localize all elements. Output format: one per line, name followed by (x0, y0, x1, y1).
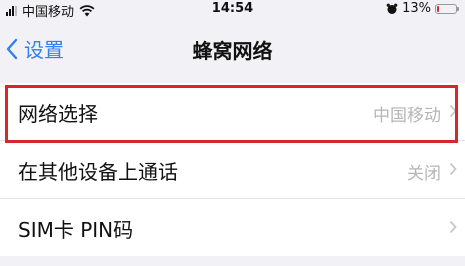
row-label: 网络选择 (18, 102, 98, 126)
chevron-right-icon (449, 162, 457, 176)
row-calls-on-other-devices[interactable]: 在其他设备上通话 关闭 (0, 141, 465, 199)
chevron-right-icon (449, 220, 457, 234)
row-label: SIM卡 PIN码 (18, 218, 134, 242)
battery-percent: 13% (402, 1, 431, 16)
row-sim-pin[interactable]: SIM卡 PIN码 (0, 199, 465, 256)
alarm-icon (386, 3, 398, 14)
battery-icon (435, 3, 459, 14)
navigation-bar: 设置 蜂窝网络 (0, 26, 465, 70)
status-right: 13% (386, 1, 459, 16)
chevron-right-icon (449, 104, 457, 118)
status-bar: 中国移动 14:54 13% (0, 0, 465, 22)
row-value: 关闭 (407, 164, 441, 184)
row-label: 在其他设备上通话 (18, 160, 178, 184)
battery-level (437, 5, 439, 12)
row-network-selection[interactable]: 网络选择 中国移动 (0, 83, 465, 141)
row-value: 中国移动 (373, 106, 441, 126)
page-title: 蜂窝网络 (192, 39, 273, 63)
settings-list: 网络选择 中国移动 在其他设备上通话 关闭 SIM卡 PIN码 (0, 83, 465, 256)
